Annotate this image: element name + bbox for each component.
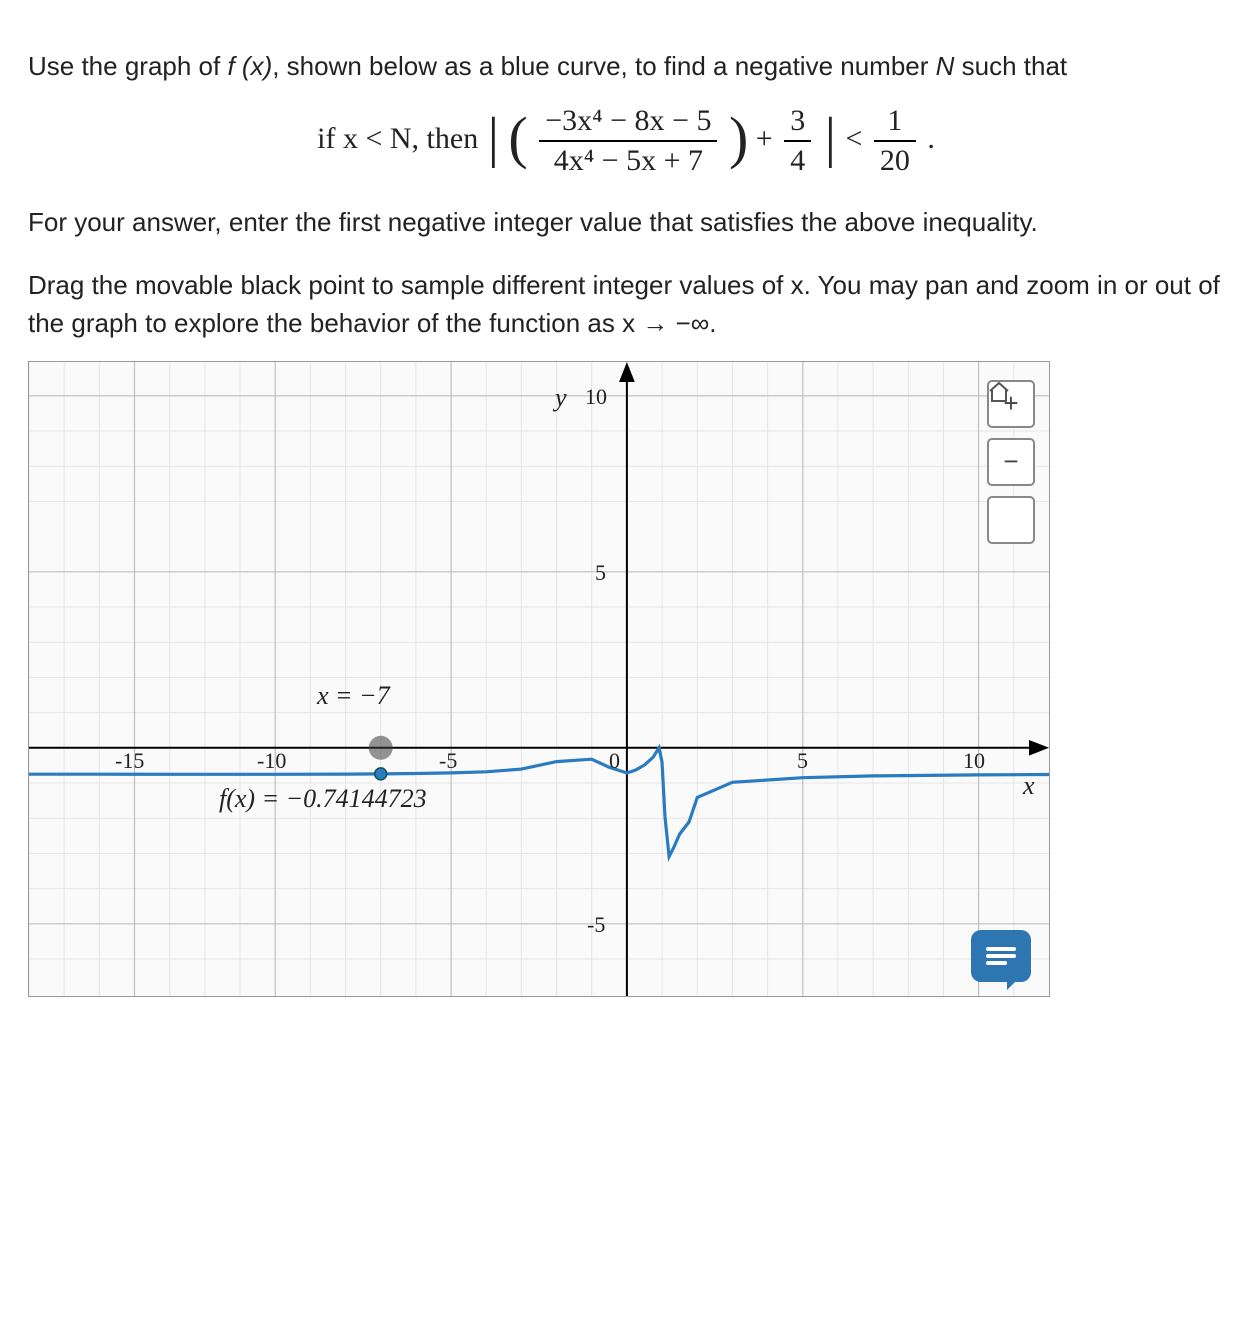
grid-minor-h <box>29 396 1049 959</box>
graph-controls: + − <box>987 380 1035 544</box>
plus-sign: + <box>756 122 780 155</box>
y-axis-arrow-icon <box>619 362 635 382</box>
movable-point-halo[interactable] <box>369 736 393 760</box>
intro-tail: such that <box>954 51 1067 81</box>
tick-y--5: -5 <box>587 912 605 937</box>
tick-x--15: -15 <box>115 748 144 773</box>
tick-x--5: -5 <box>439 748 457 773</box>
home-button[interactable] <box>987 496 1035 544</box>
intro-nvar: N <box>936 51 955 81</box>
inner-fraction: −3x⁴ − 8x − 5 4x⁴ − 5x + 7 <box>539 104 717 178</box>
intro-paragraph: Use the graph of f (x), shown below as a… <box>28 48 1224 86</box>
intro-suffix: , shown below as a blue curve, to find a… <box>272 51 935 81</box>
abs-close: | <box>823 107 838 169</box>
intro-fx: f (x) <box>227 51 272 81</box>
paren-open: ( <box>508 105 527 170</box>
ot-den: 20 <box>874 142 916 178</box>
tick-x-10: 10 <box>963 748 985 773</box>
y-axis-label: y <box>552 383 567 412</box>
zoom-out-button[interactable]: − <box>987 438 1035 486</box>
period: . <box>927 122 935 155</box>
point-fx-label: f(x) = −0.74144723 <box>219 784 427 813</box>
tick-y-5: 5 <box>595 560 606 585</box>
graph-svg[interactable]: -15 -10 -5 0 5 10 10 5 -5 y x x = −7 f(x… <box>29 362 1049 996</box>
chat-button[interactable] <box>971 930 1031 982</box>
instruction-paragraph-1: For your answer, enter the first negativ… <box>28 204 1224 242</box>
home-icon <box>987 380 1011 404</box>
grid-minor-v <box>29 362 1014 996</box>
ot-num: 1 <box>874 104 916 142</box>
graph-panel[interactable]: -15 -10 -5 0 5 10 10 5 -5 y x x = −7 f(x… <box>28 361 1050 997</box>
chat-icon <box>986 944 1016 968</box>
tick-x-0: 0 <box>609 748 620 773</box>
x-axis-arrow-icon <box>1029 740 1049 756</box>
lt-sign: < <box>845 122 869 155</box>
instruction-paragraph-2: Drag the movable black point to sample d… <box>28 267 1224 342</box>
tq-num: 3 <box>784 104 811 142</box>
tick-x-5: 5 <box>797 748 808 773</box>
three-quarter-fraction: 3 4 <box>784 104 811 178</box>
tq-den: 4 <box>784 142 811 178</box>
function-curve <box>29 748 1049 857</box>
abs-open: | <box>486 107 501 169</box>
movable-point[interactable] <box>375 768 387 780</box>
tick-y-10: 10 <box>585 384 607 409</box>
inner-frac-num: −3x⁴ − 8x − 5 <box>539 104 717 142</box>
inner-frac-den: 4x⁴ − 5x + 7 <box>539 142 717 178</box>
paren-close: ) <box>729 105 748 170</box>
inequality-display: if x < N, then | ( −3x⁴ − 8x − 5 4x⁴ − 5… <box>28 104 1224 178</box>
minus-icon: − <box>1003 446 1018 477</box>
x-axis-label: x <box>1022 771 1035 800</box>
cond-prefix: if x < N, then <box>317 122 486 155</box>
point-x-label: x = −7 <box>316 681 391 710</box>
tick-x--10: -10 <box>257 748 286 773</box>
one-twentieth-fraction: 1 20 <box>874 104 916 178</box>
grid-major <box>29 362 1049 996</box>
intro-prefix: Use the graph of <box>28 51 227 81</box>
